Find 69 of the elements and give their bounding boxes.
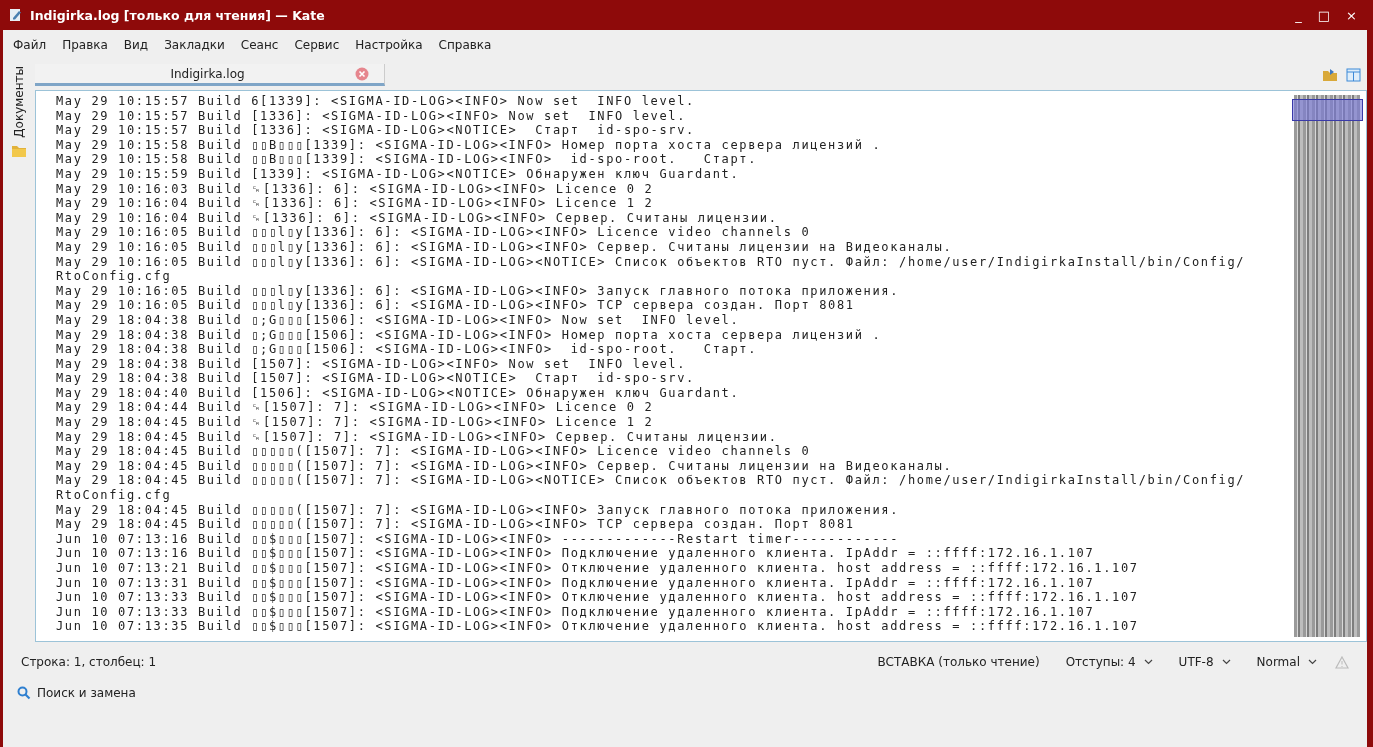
log-line: May 29 10:16:05 Build ▯▯▯l▯y[1336]: 6]: <SIGMA-ID-LOG><INFO> TCP сервера создан. Порт 8081	[56, 298, 856, 313]
log-line: Jun 10 07:13:31 Build ▯▯$▯▯▯[1507]: <SIGMA-ID-LOG><INFO> Подключение удаленного клиента. IpAddr = ::ffff:172.16.1.107	[56, 575, 1096, 591]
menu-item[interactable]: Сервис	[286, 36, 348, 54]
minimap[interactable]	[1294, 95, 1360, 637]
log-line: Jun 10 07:13:21 Build ▯▯$▯▯▯[1507]: <SIGMA-ID-LOG><INFO> Отключение удаленного клиента. host address = ::ffff:172.16.1.107	[56, 561, 1140, 576]
log-line: May 29 18:04:45 Build ▯▯▯▯▯([1507]: 7]: <SIGMA-ID-LOG><NOTICE> Список объектов RTO пуст. Файл: /home/user/IndigirkaInstall/bin/Config/	[56, 473, 1247, 489]
log-line: May 29 18:04:45 Build ▯▯▯▯▯([1507]: 7]: <SIGMA-ID-LOG><INFO> TCP сервера создан. Порт 8081	[56, 517, 856, 532]
log-line: May 29 10:16:05 Build ▯▯▯l▯y[1336]: 6]: <SIGMA-ID-LOG><INFO> Запуск главного потока приложения.	[56, 283, 901, 299]
log-line: Jun 10 07:13:33 Build ▯▯$▯▯▯[1507]: <SIGMA-ID-LOG><INFO> Отключение удаленного клиента. host address = ::ffff:172.16.1.107	[56, 590, 1140, 605]
status-dropdown[interactable]: UTF-8	[1178, 655, 1231, 669]
log-line: May 29 18:04:38 Build [1507]: <SIGMA-ID-LOG><NOTICE> Старт id-spo-srv.	[56, 371, 696, 386]
tab[interactable]: Indigirka.log	[35, 64, 385, 86]
menu-item[interactable]: Сеанс	[232, 36, 287, 54]
log-line: Jun 10 07:13:35 Build ▯▯$▯▯▯[1507]: <SIGMA-ID-LOG><INFO> Отключение удаленного клиента. host address = ::ffff:172.16.1.107	[56, 619, 1140, 634]
log-line: May 29 10:15:58 Build ▯▯B▯▯▯[1339]: <SIGMA-ID-LOG><INFO> Номер порта хоста сервера лицензий .	[56, 137, 883, 153]
log-line: May 29 18:04:45 Build ␍[1507]: 7]: <SIGMA-ID-LOG><INFO> Сервер. Считаны лицензии.	[56, 429, 779, 445]
log-line: RtoConfig.cfg	[56, 269, 173, 284]
chevron-icon	[1221, 659, 1231, 665]
window-control[interactable]: _	[1291, 7, 1306, 23]
log-line: May 29 18:04:40 Build [1506]: <SIGMA-ID-LOG><NOTICE> Обнаружен ключ Guardant.	[56, 385, 741, 401]
log-line: May 29 18:04:45 Build ▯▯▯▯▯([1507]: 7]: <SIGMA-ID-LOG><INFO> Сервер. Считаны лицензии на Видеоканалы.	[56, 458, 954, 474]
menu-item[interactable]: Правка	[54, 36, 116, 54]
log-line: Jun 10 07:13:16 Build ▯▯$▯▯▯[1507]: <SIGMA-ID-LOG><INFO> Подключение удаленного клиента. IpAddr = ::ffff:172.16.1.107	[56, 546, 1096, 561]
log-line: May 29 18:04:45 Build ␍[1507]: 7]: <SIGMA-ID-LOG><INFO> Licence 1 2	[56, 415, 655, 430]
minimap-viewport[interactable]	[1292, 99, 1363, 121]
log-line: May 29 10:16:05 Build ▯▯▯l▯y[1336]: 6]: <SIGMA-ID-LOG><NOTICE> Список объектов RTO пуст. Файл: /home/user/IndigirkaInstall/bin/Config/	[56, 254, 1247, 270]
input-mode[interactable]: ВСТАВКА (только чтение)	[877, 655, 1040, 669]
chevron-icon	[1143, 659, 1153, 665]
log-line: May 29 10:16:05 Build ▯▯▯l▯y[1336]: 6]: <SIGMA-ID-LOG><INFO> Сервер. Считаны лицензии на Видеоканалы.	[56, 239, 954, 255]
log-line: May 29 18:04:38 Build ▯;G▯▯▯[1506]: <SIGMA-ID-LOG><INFO> id-spo-root. Старт.	[56, 342, 759, 357]
warning-icon[interactable]	[1335, 655, 1349, 669]
cursor-position: Строка: 1, столбец: 1	[21, 655, 158, 669]
search-icon	[17, 686, 31, 700]
chevron-icon	[1308, 659, 1317, 665]
window-title: Indigirka.log [только для чтения] — Kate	[30, 7, 326, 23]
log-line: Jun 10 07:13:33 Build ▯▯$▯▯▯[1507]: <SIGMA-ID-LOG><INFO> Подключение удаленного клиента. IpAddr = ::ffff:172.16.1.107	[56, 604, 1096, 620]
sidebar-tab[interactable]: Документы	[12, 66, 26, 138]
split-view-icon[interactable]	[1346, 68, 1361, 82]
close-icon[interactable]	[354, 66, 369, 81]
log-line: May 29 18:04:38 Build ▯;G▯▯▯[1506]: <SIGMA-ID-LOG><INFO> Номер порта хоста сервера лицензий .	[56, 327, 883, 343]
log-line: May 29 10:16:05 Build ▯▯▯l▯y[1336]: 6]: <SIGMA-ID-LOG><INFO> Licence video channels 0	[56, 225, 812, 240]
log-line: May 29 18:04:38 Build ▯;G▯▯▯[1506]: <SIGMA-ID-LOG><INFO> Now set INFO level.	[56, 312, 741, 328]
log-line: May 29 10:16:04 Build ␍[1336]: 6]: <SIGMA-ID-LOG><INFO> Сервер. Считаны лицензии.	[56, 210, 779, 226]
log-line: May 29 18:04:45 Build ▯▯▯▯▯([1507]: 7]: <SIGMA-ID-LOG><INFO> Запуск главного потока приложения.	[56, 502, 901, 518]
log-line: May 29 10:15:58 Build ▯▯B▯▯▯[1339]: <SIGMA-ID-LOG><INFO> id-spo-root. Старт.	[56, 152, 759, 167]
log-line: May 29 10:16:04 Build ␍[1336]: 6]: <SIGMA-ID-LOG><INFO> Licence 1 2	[56, 196, 655, 211]
window-control[interactable]: ×	[1342, 7, 1361, 23]
log-line: RtoConfig.cfg	[56, 488, 173, 503]
log-line: Jun 10 07:13:16 Build ▯▯$▯▯▯[1507]: <SIGMA-ID-LOG><INFO> -------------Restart timer------------	[56, 531, 901, 547]
status-dropdown[interactable]: Отступы: 4	[1065, 655, 1153, 669]
menu-item[interactable]: Вид	[115, 36, 157, 54]
menu-item[interactable]: Файл	[5, 36, 55, 54]
log-line: May 29 10:16:03 Build ␍[1336]: 6]: <SIGMA-ID-LOG><INFO> Licence 0 2	[56, 181, 655, 197]
menu-item[interactable]: Настройка	[347, 36, 431, 54]
log-line: May 29 10:15:57 Build [1336]: <SIGMA-ID-LOG><INFO> Now set INFO level.	[56, 108, 688, 124]
log-line: May 29 10:15:59 Build [1339]: <SIGMA-ID-LOG><NOTICE> Обнаружен ключ Guardant.	[56, 166, 741, 182]
folder-icon[interactable]	[1322, 68, 1338, 82]
window-control[interactable]: □	[1313, 7, 1335, 23]
log-line: May 29 10:15:57 Build 6[1339]: <SIGMA-ID-LOG><INFO> Now set INFO level.	[56, 94, 696, 109]
menu-item[interactable]: Справка	[430, 36, 500, 54]
log-line: May 29 10:15:57 Build [1336]: <SIGMA-ID-LOG><NOTICE> Старт id-spo-srv.	[56, 123, 696, 138]
log-line: May 29 18:04:44 Build ␍[1507]: 7]: <SIGMA-ID-LOG><INFO> Licence 0 2	[56, 400, 655, 416]
folder-icon	[11, 143, 27, 158]
log-line: May 29 18:04:45 Build ▯▯▯▯▯([1507]: 7]: <SIGMA-ID-LOG><INFO> Licence video channels 0	[56, 444, 812, 459]
search-replace-button[interactable]: Поиск и замена	[3, 682, 1367, 704]
menu-item[interactable]: Закладки	[156, 36, 233, 54]
status-dropdown[interactable]: Normal	[1256, 655, 1317, 669]
document-icon	[9, 8, 22, 22]
log-line: May 29 18:04:38 Build [1507]: <SIGMA-ID-LOG><INFO> Now set INFO level.	[56, 356, 688, 372]
